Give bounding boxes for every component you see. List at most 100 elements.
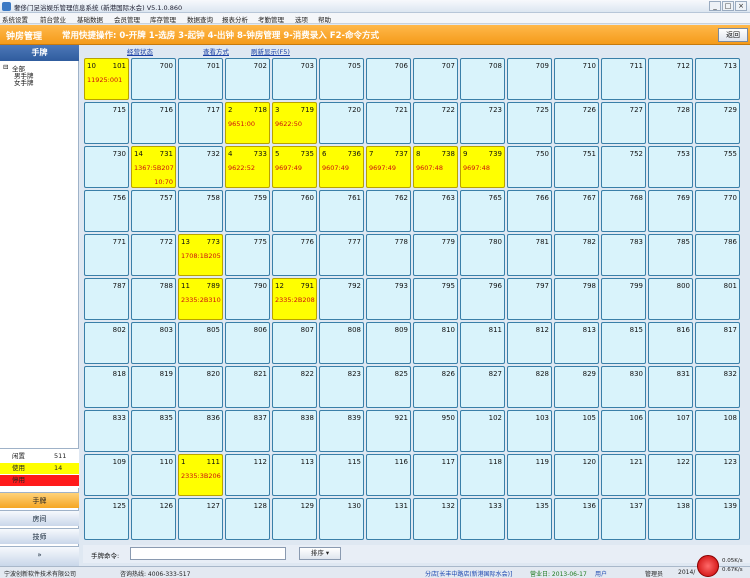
room-cell[interactable]: 119 (507, 454, 552, 496)
maximize-button[interactable]: □ (722, 1, 734, 11)
room-cell[interactable]: 757 (131, 190, 176, 232)
room-cell[interactable]: 707 (413, 58, 458, 100)
room-cell[interactable]: 719 3 9622:50 (272, 102, 317, 144)
room-cell[interactable]: 122 (648, 454, 693, 496)
room-cell[interactable]: 782 (554, 234, 599, 276)
menu-inventory[interactable]: 库存管理 (150, 14, 176, 24)
room-cell[interactable]: 136 (554, 498, 599, 540)
room-cell[interactable]: 837 (225, 410, 270, 452)
menu-reports[interactable]: 报表分析 (222, 14, 248, 24)
room-cell[interactable]: 137 (601, 498, 646, 540)
room-cell[interactable]: 825 (366, 366, 411, 408)
room-cell[interactable]: 789 11 2335:2B310 (178, 278, 223, 320)
room-cell[interactable]: 733 4 9622:52 (225, 146, 270, 188)
room-cell[interactable]: 106 (601, 410, 646, 452)
command-input[interactable] (130, 547, 286, 560)
room-cell[interactable]: 770 (695, 190, 740, 232)
room-cell[interactable]: 135 (507, 498, 552, 540)
room-cell[interactable]: 727 (601, 102, 646, 144)
room-cell[interactable]: 771 (84, 234, 129, 276)
room-cell[interactable]: 120 (554, 454, 599, 496)
room-cell[interactable]: 950 (413, 410, 458, 452)
room-cell[interactable]: 785 (648, 234, 693, 276)
room-cell[interactable]: 718 2 9651:00 (225, 102, 270, 144)
room-cell[interactable]: 808 (319, 322, 364, 364)
room-cell[interactable]: 715 (84, 102, 129, 144)
room-cell[interactable]: 731 14 1367:5B207 10:70 (131, 146, 176, 188)
nav-room-button[interactable]: 房间 (0, 510, 79, 526)
menu-help[interactable]: 帮助 (318, 14, 331, 24)
tray-network-icon[interactable] (697, 555, 719, 577)
room-cell[interactable]: 839 (319, 410, 364, 452)
room-cell[interactable]: 811 (460, 322, 505, 364)
room-cell[interactable]: 790 (225, 278, 270, 320)
room-cell[interactable]: 831 (648, 366, 693, 408)
room-cell[interactable]: 821 (225, 366, 270, 408)
room-cell[interactable]: 125 (84, 498, 129, 540)
room-cell[interactable]: 725 (507, 102, 552, 144)
room-cell[interactable]: 921 (366, 410, 411, 452)
room-cell[interactable]: 750 (507, 146, 552, 188)
room-cell[interactable]: 783 (601, 234, 646, 276)
room-cell[interactable]: 703 (272, 58, 317, 100)
room-cell[interactable]: 108 (695, 410, 740, 452)
room-cell[interactable]: 722 (413, 102, 458, 144)
room-cell[interactable]: 115 (319, 454, 364, 496)
room-cell[interactable]: 121 (601, 454, 646, 496)
room-cell[interactable]: 827 (460, 366, 505, 408)
room-cell[interactable]: 760 (272, 190, 317, 232)
room-cell[interactable]: 836 (178, 410, 223, 452)
room-cell[interactable]: 110 (131, 454, 176, 496)
room-cell[interactable]: 701 (178, 58, 223, 100)
room-cell[interactable]: 737 7 9697:49 (366, 146, 411, 188)
room-cell[interactable]: 835 (131, 410, 176, 452)
menu-base-data[interactable]: 基础数据 (77, 14, 103, 24)
room-cell[interactable]: 807 (272, 322, 317, 364)
nav-hand-button[interactable]: 手牌 (0, 492, 79, 508)
room-cell[interactable]: 833 (84, 410, 129, 452)
room-cell[interactable]: 728 (648, 102, 693, 144)
room-cell[interactable]: 819 (131, 366, 176, 408)
room-cell[interactable]: 805 (178, 322, 223, 364)
room-cell[interactable]: 813 (554, 322, 599, 364)
room-cell[interactable]: 729 (695, 102, 740, 144)
room-cell[interactable]: 739 9 9697:48 (460, 146, 505, 188)
room-cell[interactable]: 795 (413, 278, 458, 320)
room-cell[interactable]: 788 (131, 278, 176, 320)
close-button[interactable]: × (735, 1, 747, 11)
room-cell[interactable]: 822 (272, 366, 317, 408)
room-cell[interactable]: 101 10 11925:001 (84, 58, 129, 100)
room-cell[interactable]: 720 (319, 102, 364, 144)
room-cell[interactable]: 711 (601, 58, 646, 100)
room-cell[interactable]: 708 (460, 58, 505, 100)
room-cell[interactable]: 828 (507, 366, 552, 408)
room-cell[interactable]: 111 1 2335:3B206 (178, 454, 223, 496)
room-cell[interactable]: 767 (554, 190, 599, 232)
room-cell[interactable]: 801 (695, 278, 740, 320)
collapse-chevron-icon[interactable]: » (0, 546, 79, 566)
room-cell[interactable]: 130 (319, 498, 364, 540)
room-cell[interactable]: 796 (460, 278, 505, 320)
room-cell[interactable]: 133 (460, 498, 505, 540)
tab-business-status[interactable]: 经营状态 (127, 46, 153, 56)
room-cell[interactable]: 758 (178, 190, 223, 232)
room-cell[interactable]: 817 (695, 322, 740, 364)
room-cell[interactable]: 721 (366, 102, 411, 144)
menu-options[interactable]: 选项 (295, 14, 308, 24)
room-cell[interactable]: 832 (695, 366, 740, 408)
room-cell[interactable]: 117 (413, 454, 458, 496)
return-button[interactable]: 返回 (718, 28, 748, 42)
room-cell[interactable]: 103 (507, 410, 552, 452)
room-cell[interactable]: 765 (460, 190, 505, 232)
room-cell[interactable]: 775 (225, 234, 270, 276)
room-cell[interactable]: 128 (225, 498, 270, 540)
room-cell[interactable]: 736 6 9607:49 (319, 146, 364, 188)
room-cell[interactable]: 753 (648, 146, 693, 188)
room-cell[interactable]: 815 (601, 322, 646, 364)
room-cell[interactable]: 702 (225, 58, 270, 100)
room-cell[interactable]: 820 (178, 366, 223, 408)
room-cell[interactable]: 710 (554, 58, 599, 100)
room-cell[interactable]: 773 13 1708:1B205 (178, 234, 223, 276)
room-cell[interactable]: 769 (648, 190, 693, 232)
room-cell[interactable]: 107 (648, 410, 693, 452)
